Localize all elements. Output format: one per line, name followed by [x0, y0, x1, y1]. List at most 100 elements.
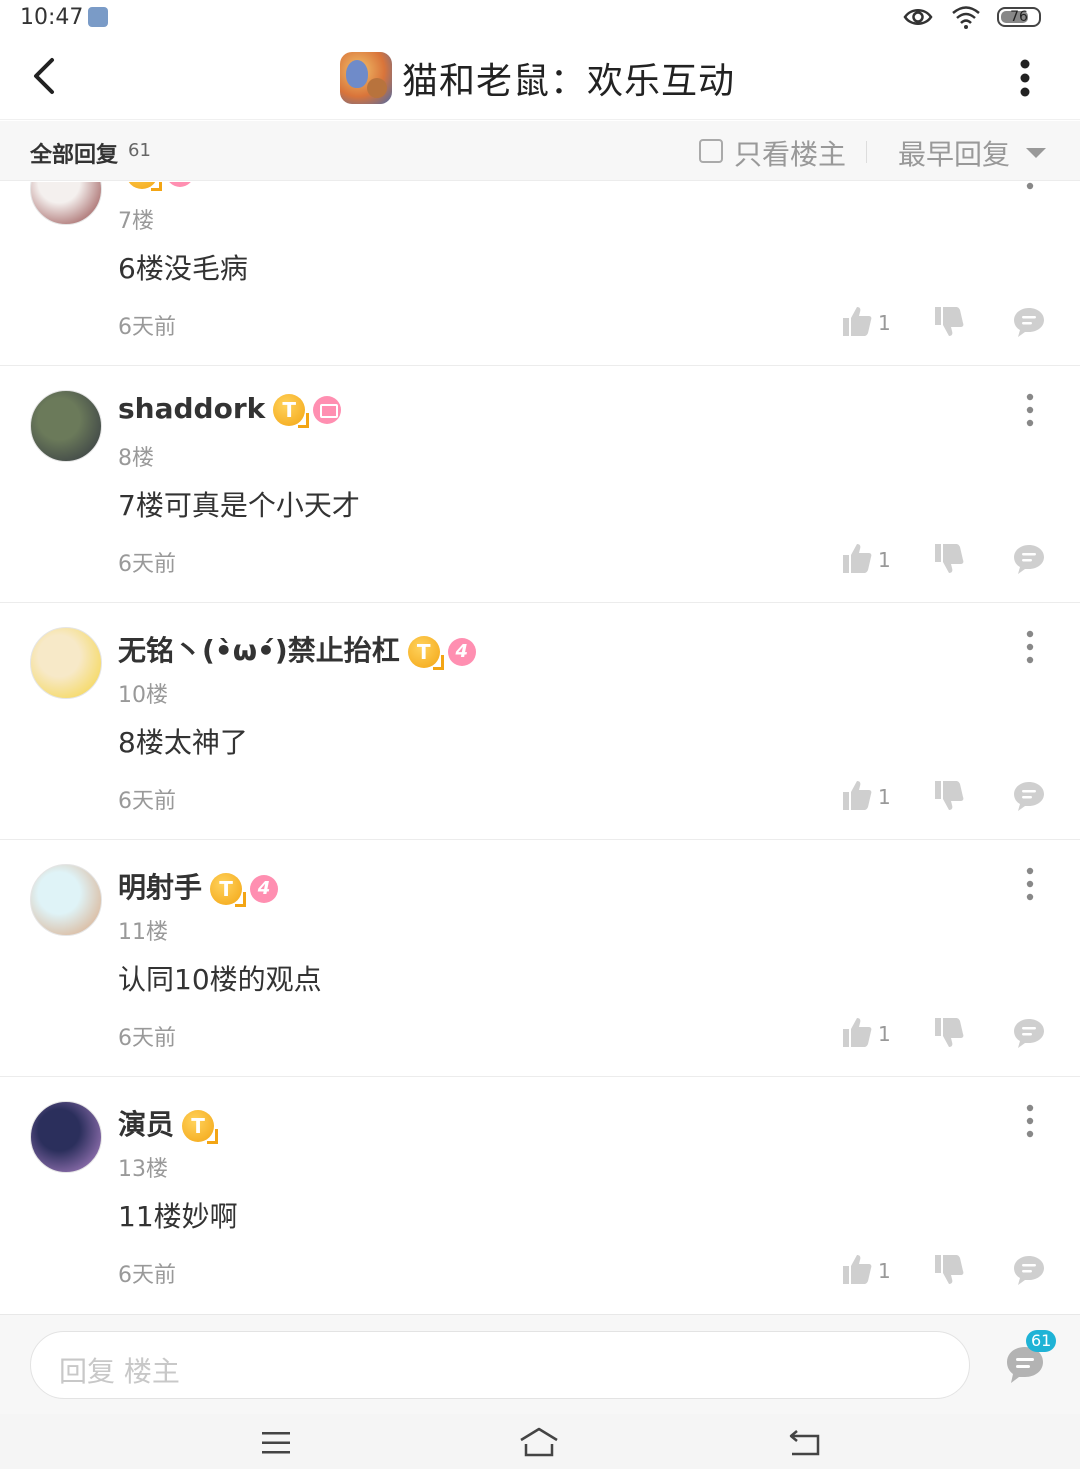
like-count: 1 [878, 1022, 891, 1046]
reply-content: 认同10楼的观点 [118, 963, 322, 996]
reply-item[interactable]: 演员 T 13楼 11楼妙啊 6天前 1 [0, 1077, 1080, 1313]
username[interactable] [118, 182, 194, 191]
only-op-checkbox[interactable] [699, 139, 723, 163]
floor-number: 13楼 [118, 1157, 168, 1182]
wifi-icon [952, 6, 980, 29]
back-icon[interactable] [786, 1428, 822, 1458]
title-badge [126, 182, 162, 191]
like-count: 1 [878, 1259, 891, 1283]
username[interactable]: shaddork T [118, 392, 342, 428]
floor-number: 7楼 [118, 209, 154, 234]
like-button[interactable]: 1 [840, 779, 891, 815]
thumbs-down-icon[interactable] [932, 542, 966, 580]
avatar[interactable] [30, 1101, 102, 1173]
username-text[interactable]: 无铭丶(•̀ω•́)禁止抬杠 [118, 634, 400, 667]
username[interactable]: 演员 T [118, 1103, 219, 1144]
more-vertical-icon[interactable] [1020, 182, 1040, 191]
thumbs-up-icon[interactable] [840, 304, 874, 342]
app-notification-icon [88, 7, 108, 27]
thumbs-up-icon[interactable] [840, 541, 874, 579]
thumbs-up-icon[interactable] [840, 778, 874, 816]
title-badge: T [273, 394, 310, 428]
username[interactable]: 无铭丶(•̀ω•́)禁止抬杠 T 4 [118, 629, 476, 670]
thumbs-down-icon[interactable] [932, 1253, 966, 1291]
level-badge [166, 182, 194, 187]
chevron-down-icon[interactable] [1026, 148, 1046, 158]
like-count: 1 [878, 311, 891, 335]
title-bar: 猫和老鼠：欢乐互动 [0, 36, 1080, 120]
reply-item[interactable]: 明射手 T 4 11楼认同10楼的观点 6天前 1 [0, 840, 1080, 1077]
title-badge: T [210, 873, 247, 907]
reply-time: 6天前 [118, 1263, 176, 1288]
avatar[interactable] [30, 864, 102, 936]
reply-filter-bar: 全部回复 61 只看楼主 最早回复 [0, 121, 1080, 181]
comment-icon[interactable] [1012, 542, 1046, 580]
thumbs-down-icon[interactable] [932, 779, 966, 817]
like-button[interactable]: 1 [840, 1016, 891, 1052]
thumbs-down-icon[interactable] [932, 305, 966, 343]
system-nav-bar [0, 1414, 1080, 1469]
page-title-text: 猫和老鼠：欢乐互动 [402, 61, 736, 102]
divider [866, 141, 867, 163]
thumbs-down-icon[interactable] [932, 1016, 966, 1054]
reply-time: 6天前 [118, 315, 176, 340]
username-text[interactable]: 演员 [118, 1108, 174, 1141]
more-vertical-icon[interactable] [1010, 56, 1040, 100]
avatar[interactable] [30, 627, 102, 699]
battery-icon: 76 [997, 7, 1041, 27]
username[interactable]: 明射手 T 4 [118, 866, 279, 907]
comment-icon[interactable] [1012, 779, 1046, 817]
floor-number: 11楼 [118, 920, 168, 945]
thumbs-up-icon[interactable] [840, 1015, 874, 1053]
thumbs-up-icon[interactable] [840, 1252, 874, 1290]
more-vertical-icon[interactable] [1020, 392, 1040, 428]
level-badge: 4 [447, 638, 476, 666]
more-vertical-icon[interactable] [1020, 866, 1040, 902]
crown-badge [313, 396, 342, 424]
home-icon[interactable] [518, 1426, 560, 1458]
comments-count-badge: 61 [1026, 1330, 1057, 1352]
title-badge: T [182, 1110, 219, 1144]
reply-item[interactable]: 7楼 6楼没毛病 6天前 1 [0, 182, 1080, 366]
page-title: 猫和老鼠：欢乐互动 [340, 50, 735, 106]
more-vertical-icon[interactable] [1020, 1103, 1040, 1139]
reply-time: 6天前 [118, 789, 176, 814]
like-button[interactable]: 1 [840, 305, 891, 341]
menu-icon[interactable] [260, 1429, 292, 1457]
like-count: 1 [878, 548, 891, 572]
only-op-label[interactable]: 只看楼主 [734, 133, 846, 173]
reply-count: 61 [128, 140, 151, 161]
battery-level: 76 [1010, 9, 1028, 25]
like-button[interactable]: 1 [840, 1253, 891, 1289]
reply-time: 6天前 [118, 552, 176, 577]
comment-icon[interactable] [1012, 1016, 1046, 1054]
username-text[interactable]: shaddork [118, 392, 265, 425]
reply-input-placeholder: 回复 楼主 [59, 1355, 180, 1388]
status-time: 10:47 [20, 5, 84, 30]
floor-number: 10楼 [118, 683, 168, 708]
reply-content: 7楼可真是个小天才 [118, 489, 360, 522]
reply-content: 11楼妙啊 [118, 1200, 238, 1233]
reply-time: 6天前 [118, 1026, 176, 1051]
reply-item[interactable]: shaddork T 8楼 7楼可真是个小天才 6天前 1 [0, 366, 1080, 603]
comment-icon[interactable] [1012, 305, 1046, 343]
status-bar: 10:47 76 [0, 0, 1080, 36]
all-replies-label[interactable]: 全部回复 [30, 137, 118, 169]
like-button[interactable]: 1 [840, 542, 891, 578]
title-badge: T [407, 636, 444, 670]
reply-item[interactable]: 无铭丶(•̀ω•́)禁止抬杠 T 4 10楼 8楼太神了 6天前 1 [0, 603, 1080, 840]
more-vertical-icon[interactable] [1020, 629, 1040, 665]
reply-list: 7楼 6楼没毛病 6天前 1 shaddork T 8楼 7楼可真是个小天才 6天前 1 无铭丶(•… [0, 182, 1080, 1313]
like-count: 1 [878, 785, 891, 809]
reply-input[interactable]: 回复 楼主 [30, 1331, 970, 1399]
sort-dropdown[interactable]: 最早回复 [898, 133, 1010, 173]
game-logo [340, 52, 392, 104]
avatar[interactable] [30, 390, 102, 462]
avatar[interactable] [30, 182, 102, 225]
comment-icon[interactable] [1012, 1253, 1046, 1291]
back-arrow-icon[interactable] [24, 54, 68, 98]
reply-input-bar: 回复 楼主 61 [0, 1314, 1080, 1414]
username-text[interactable]: 明射手 [118, 871, 202, 904]
level-badge: 4 [250, 875, 279, 903]
reply-content: 6楼没毛病 [118, 252, 248, 285]
